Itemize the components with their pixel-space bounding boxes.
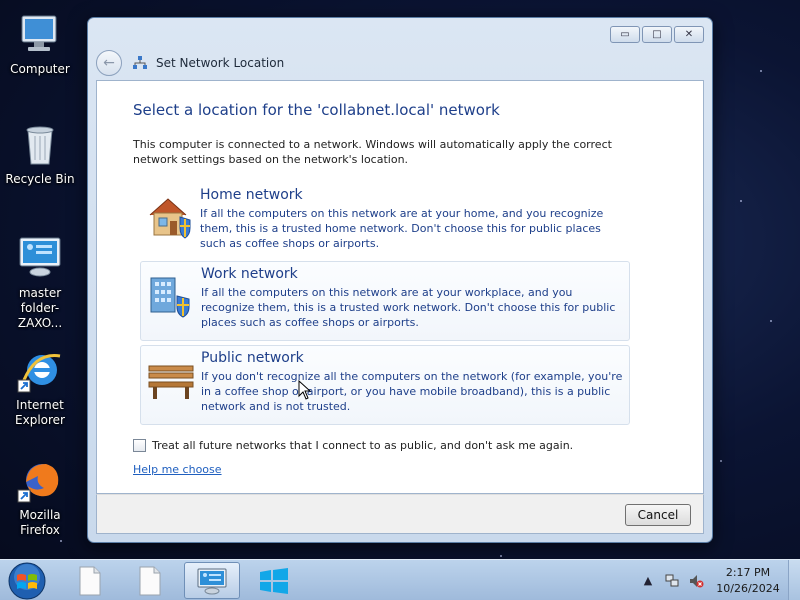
system-tray: ▲ 2:17 PM 10/26/2024 [636, 560, 800, 600]
network-icon [133, 56, 147, 69]
desktop-icon-label: master folder-ZAXO... [17, 286, 63, 330]
desktop-icon-computer[interactable]: Computer [0, 10, 80, 77]
desktop-icon-label: Internet Explorer [15, 398, 65, 427]
clock-time: 2:17 PM [725, 565, 771, 579]
home-network-description: If all the computers on this network are… [200, 207, 604, 250]
firefox-icon [16, 456, 64, 504]
computer-icon [16, 10, 64, 58]
treat-as-public-row: Treat all future networks that I connect… [133, 439, 573, 452]
maximize-button[interactable]: □ [642, 26, 672, 43]
desktop-icon-label: Recycle Bin [5, 172, 75, 186]
volume-muted-icon[interactable] [688, 573, 704, 589]
cancel-button[interactable]: Cancel [625, 504, 691, 526]
desktop-icon-label: Computer [10, 62, 70, 76]
taskbar-clock[interactable]: 2:17 PM 10/26/2024 [708, 565, 788, 597]
treat-as-public-label: Treat all future networks that I connect… [152, 439, 574, 452]
public-network-title: Public network [201, 350, 304, 366]
work-network-option[interactable]: Work network If all the computers on thi… [140, 261, 630, 341]
work-network-title: Work network [201, 266, 298, 282]
public-network-description: If you don't recognize all the computers… [201, 370, 623, 413]
work-network-icon [147, 270, 197, 320]
intro-text: This computer is connected to a network.… [133, 138, 612, 166]
desktop-icon-label: Mozilla Firefox [19, 508, 61, 537]
window-title: Set Network Location [132, 55, 284, 71]
home-network-title: Home network [200, 187, 303, 203]
close-button[interactable]: ✕ [674, 26, 704, 43]
page-heading: Select a location for the 'collabnet.loc… [133, 101, 500, 119]
close-icon: ✕ [684, 29, 694, 40]
navigation-bar: ← Set Network Location [96, 48, 284, 78]
dialog-content: Select a location for the 'collabnet.loc… [96, 80, 704, 494]
back-arrow-icon: ← [103, 55, 115, 71]
window-controls: ▭ □ ✕ [610, 26, 704, 43]
help-me-choose-link[interactable]: Help me choose [133, 463, 222, 476]
window-title-text: Set Network Location [156, 56, 285, 70]
home-network-option[interactable]: Home network If all the computers on thi… [140, 183, 630, 263]
taskbar-item-remote-desktop[interactable] [184, 562, 240, 599]
network-status-icon[interactable] [664, 573, 680, 589]
set-network-location-window: ▭ □ ✕ ← Set Network Location Select a lo… [87, 17, 713, 543]
desktop-icon-mozilla-firefox[interactable]: Mozilla Firefox [0, 456, 80, 538]
remote-desktop-icon [197, 568, 227, 594]
show-desktop-button[interactable] [788, 560, 800, 600]
minimize-button[interactable]: ▭ [610, 26, 640, 43]
taskbar: ▲ 2:17 PM 10/26/2024 [0, 559, 800, 600]
mouse-cursor-icon [298, 380, 312, 400]
minimize-icon: ▭ [620, 29, 630, 40]
back-button[interactable]: ← [96, 50, 122, 76]
document-icon [139, 566, 161, 595]
public-network-option[interactable]: Public network If you don't recognize al… [140, 345, 630, 425]
park-bench-icon [147, 354, 197, 404]
clock-date: 10/26/2024 [716, 581, 780, 595]
taskbar-item-document-1[interactable] [62, 562, 118, 599]
desktop-icon-master-folder[interactable]: master folder-ZAXO... [0, 234, 80, 331]
recycle-bin-icon [16, 120, 64, 168]
windows-logo-icon [8, 562, 46, 600]
home-network-icon [146, 191, 196, 241]
work-network-description: If all the computers on this network are… [201, 286, 616, 329]
maximize-icon: □ [652, 29, 662, 40]
dialog-footer: Cancel [96, 494, 704, 534]
taskbar-item-document-2[interactable] [122, 562, 178, 599]
start-button[interactable] [2, 561, 52, 600]
desktop-icon-recycle-bin[interactable]: Recycle Bin [0, 120, 80, 187]
internet-explorer-icon [16, 346, 64, 394]
taskbar-item-windows-app[interactable] [246, 562, 302, 599]
treat-as-public-checkbox[interactable] [133, 439, 146, 452]
document-icon [79, 566, 101, 595]
show-hidden-icons-icon[interactable]: ▲ [640, 573, 656, 589]
windows-tiles-icon [260, 567, 288, 594]
desktop-icon-internet-explorer[interactable]: Internet Explorer [0, 346, 80, 428]
remote-desktop-icon [16, 234, 64, 282]
